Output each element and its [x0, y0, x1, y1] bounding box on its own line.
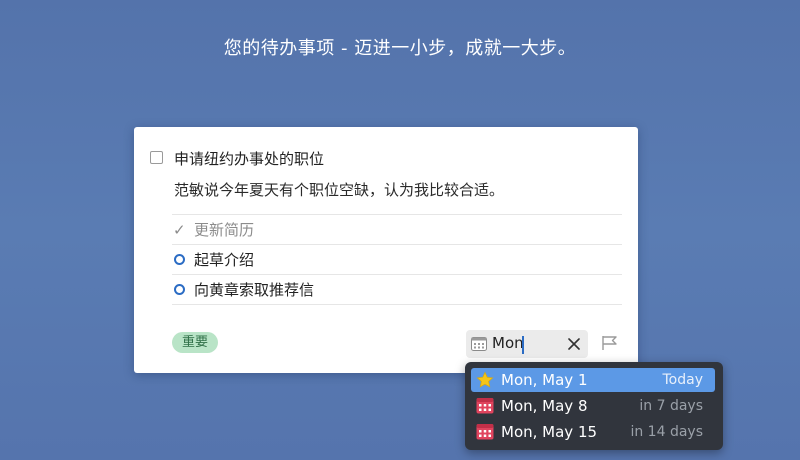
date-suggestions-popup: Mon, May 1 Today Mon, May 8 in 7 days Mo… — [465, 362, 723, 450]
suggestion-relative: in 7 days — [639, 398, 703, 414]
circle-icon[interactable] — [172, 245, 194, 275]
close-icon[interactable] — [568, 338, 580, 350]
checklist-item[interactable]: 起草介绍 — [172, 245, 622, 275]
date-search-input[interactable]: Mon — [492, 334, 524, 352]
star-icon — [476, 371, 494, 388]
checklist-item-label[interactable]: 向黄章索取推荐信 — [194, 279, 314, 300]
suggestion-relative: Today — [662, 372, 704, 388]
when-date-field[interactable]: Mon — [466, 330, 588, 358]
suggestion-item[interactable]: Mon, May 8 in 7 days — [471, 394, 715, 418]
tag-important[interactable]: 重要 — [172, 332, 219, 353]
calendar-icon — [476, 398, 494, 414]
task-title[interactable]: 申请纽约办事处的职位 — [174, 148, 324, 169]
checklist-item[interactable]: ✓ 更新简历 — [172, 215, 622, 245]
suggestion-relative: in 14 days — [630, 424, 703, 440]
checklist-item-label[interactable]: 起草介绍 — [194, 249, 254, 270]
checklist: ✓ 更新简历 起草介绍 向黄章索取推荐信 — [172, 214, 622, 305]
checklist-item-label[interactable]: 更新简历 — [194, 219, 254, 240]
calendar-icon — [471, 337, 487, 351]
suggestion-label: Mon, May 1 — [501, 371, 588, 389]
suggestion-item[interactable]: Mon, May 15 in 14 days — [471, 420, 715, 444]
task-notes[interactable]: 范敏说今年夏天有个职位空缺，认为我比较合适。 — [174, 179, 504, 200]
task-checkbox[interactable] — [150, 151, 163, 164]
suggestion-label: Mon, May 8 — [501, 397, 588, 415]
tagline: 您的待办事项 - 迈进一小步，成就一大步。 — [223, 38, 577, 59]
suggestion-item[interactable]: Mon, May 1 Today — [471, 368, 715, 392]
checklist-item[interactable]: 向黄章索取推荐信 — [172, 275, 622, 305]
calendar-icon — [476, 424, 494, 440]
text-caret — [522, 336, 524, 354]
suggestion-label: Mon, May 15 — [501, 423, 598, 441]
checkmark-icon[interactable]: ✓ — [172, 215, 194, 245]
task-card: 申请纽约办事处的职位 范敏说今年夏天有个职位空缺，认为我比较合适。 ✓ 更新简历… — [134, 127, 638, 373]
circle-icon[interactable] — [172, 275, 194, 305]
flag-icon[interactable] — [601, 335, 618, 351]
